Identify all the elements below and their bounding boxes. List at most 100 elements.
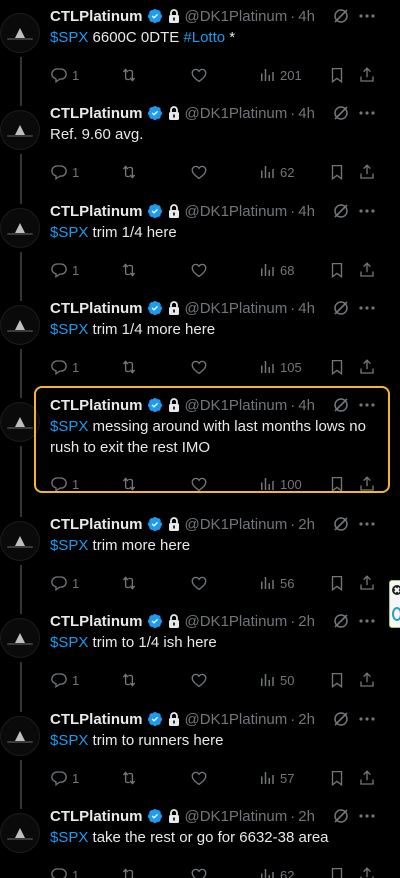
timestamp[interactable]: 4h (298, 8, 315, 25)
share-button[interactable] (358, 162, 376, 182)
avatar[interactable] (0, 618, 40, 658)
bookmark-button[interactable] (328, 65, 346, 85)
views-button[interactable]: 68 (258, 260, 294, 280)
display-name[interactable]: CTLPlatinum (50, 8, 143, 25)
like-button[interactable] (190, 670, 208, 690)
like-button[interactable] (190, 768, 208, 788)
display-name[interactable]: CTLPlatinum (50, 808, 143, 825)
tweet[interactable]: CTLPlatinum @DK1Platinum · 4h $SPX trim … (0, 200, 400, 297)
reply-button[interactable]: 1 (50, 357, 79, 377)
bookmark-button[interactable] (328, 768, 346, 788)
display-name[interactable]: CTLPlatinum (50, 203, 143, 220)
grok-icon[interactable] (333, 105, 349, 121)
more-icon[interactable] (358, 613, 376, 629)
avatar[interactable] (0, 208, 40, 248)
display-name[interactable]: CTLPlatinum (50, 516, 143, 533)
hashtag-link[interactable]: #Lotto (183, 29, 225, 46)
display-name[interactable]: CTLPlatinum (50, 711, 143, 728)
handle[interactable]: @DK1Platinum (185, 613, 288, 630)
cashtag-link[interactable]: $SPX (50, 732, 88, 749)
handle[interactable]: @DK1Platinum (185, 808, 288, 825)
like-button[interactable] (190, 865, 208, 878)
reply-button[interactable]: 1 (50, 65, 79, 85)
more-icon[interactable] (358, 808, 376, 824)
grok-icon[interactable] (333, 808, 349, 824)
bookmark-button[interactable] (328, 162, 346, 182)
more-icon[interactable] (358, 711, 376, 727)
timestamp[interactable]: 2h (298, 613, 315, 630)
views-button[interactable]: 105 (258, 357, 302, 377)
reply-button[interactable]: 1 (50, 573, 79, 593)
share-button[interactable] (358, 573, 376, 593)
repost-button[interactable] (120, 357, 138, 377)
verified-badge-icon[interactable] (147, 613, 163, 629)
avatar[interactable] (0, 521, 40, 561)
avatar[interactable] (0, 13, 40, 53)
cashtag-link[interactable]: $SPX (50, 829, 88, 846)
avatar[interactable] (0, 813, 40, 853)
grok-icon[interactable] (333, 203, 349, 219)
verified-badge-icon[interactable] (147, 516, 163, 532)
verified-badge-icon[interactable] (147, 300, 163, 316)
timestamp[interactable]: 2h (298, 808, 315, 825)
views-button[interactable]: 56 (258, 573, 294, 593)
grok-icon[interactable] (333, 516, 349, 532)
timestamp[interactable]: 4h (298, 203, 315, 220)
repost-button[interactable] (120, 573, 138, 593)
timestamp[interactable]: 4h (298, 105, 315, 122)
display-name[interactable]: CTLPlatinum (50, 105, 143, 122)
grok-icon[interactable] (333, 300, 349, 316)
repost-button[interactable] (120, 865, 138, 878)
repost-button[interactable] (120, 768, 138, 788)
like-button[interactable] (190, 357, 208, 377)
reply-button[interactable]: 1 (50, 162, 79, 182)
views-button[interactable]: 50 (258, 670, 294, 690)
verified-badge-icon[interactable] (147, 105, 163, 121)
views-button[interactable]: 62 (258, 162, 294, 182)
avatar[interactable] (0, 305, 40, 345)
more-icon[interactable] (358, 8, 376, 24)
tweet[interactable]: CTLPlatinum @DK1Platinum · 4h $SPX 6600C… (0, 5, 400, 102)
cashtag-link[interactable]: $SPX (50, 321, 88, 338)
verified-badge-icon[interactable] (147, 711, 163, 727)
tweet[interactable]: CTLPlatinum @DK1Platinum · 4h $SPX trim … (0, 297, 400, 394)
cashtag-link[interactable]: $SPX (50, 634, 88, 651)
bookmark-button[interactable] (328, 260, 346, 280)
tweet[interactable]: CTLPlatinum @DK1Platinum · 2h $SPX take … (0, 805, 400, 878)
like-button[interactable] (190, 65, 208, 85)
share-button[interactable] (358, 260, 376, 280)
more-icon[interactable] (358, 516, 376, 532)
like-button[interactable] (190, 162, 208, 182)
share-button[interactable] (358, 65, 376, 85)
timestamp[interactable]: 2h (298, 516, 315, 533)
share-button[interactable] (358, 670, 376, 690)
share-button[interactable] (358, 357, 376, 377)
share-button[interactable] (358, 865, 376, 878)
like-button[interactable] (190, 573, 208, 593)
bookmark-button[interactable] (328, 865, 346, 878)
views-button[interactable]: 201 (258, 65, 302, 85)
grok-icon[interactable] (333, 8, 349, 24)
repost-button[interactable] (120, 65, 138, 85)
views-button[interactable]: 57 (258, 768, 294, 788)
more-icon[interactable] (358, 203, 376, 219)
views-button[interactable]: 62 (258, 865, 294, 878)
bookmark-button[interactable] (328, 357, 346, 377)
repost-button[interactable] (120, 162, 138, 182)
display-name[interactable]: CTLPlatinum (50, 613, 143, 630)
handle[interactable]: @DK1Platinum (185, 105, 288, 122)
avatar[interactable] (0, 716, 40, 756)
tweet[interactable]: CTLPlatinum @DK1Platinum · 2h $SPX trim … (0, 708, 400, 805)
repost-button[interactable] (120, 260, 138, 280)
reply-button[interactable]: 1 (50, 670, 79, 690)
more-icon[interactable] (358, 300, 376, 316)
reply-button[interactable]: 1 (50, 260, 79, 280)
display-name[interactable]: CTLPlatinum (50, 300, 143, 317)
tweet[interactable]: CTLPlatinum @DK1Platinum · 2h $SPX trim … (0, 513, 400, 610)
handle[interactable]: @DK1Platinum (185, 300, 288, 317)
share-button[interactable] (358, 768, 376, 788)
cashtag-link[interactable]: $SPX (50, 537, 88, 554)
more-icon[interactable] (358, 105, 376, 121)
close-icon[interactable] (392, 585, 400, 595)
verified-badge-icon[interactable] (147, 8, 163, 24)
